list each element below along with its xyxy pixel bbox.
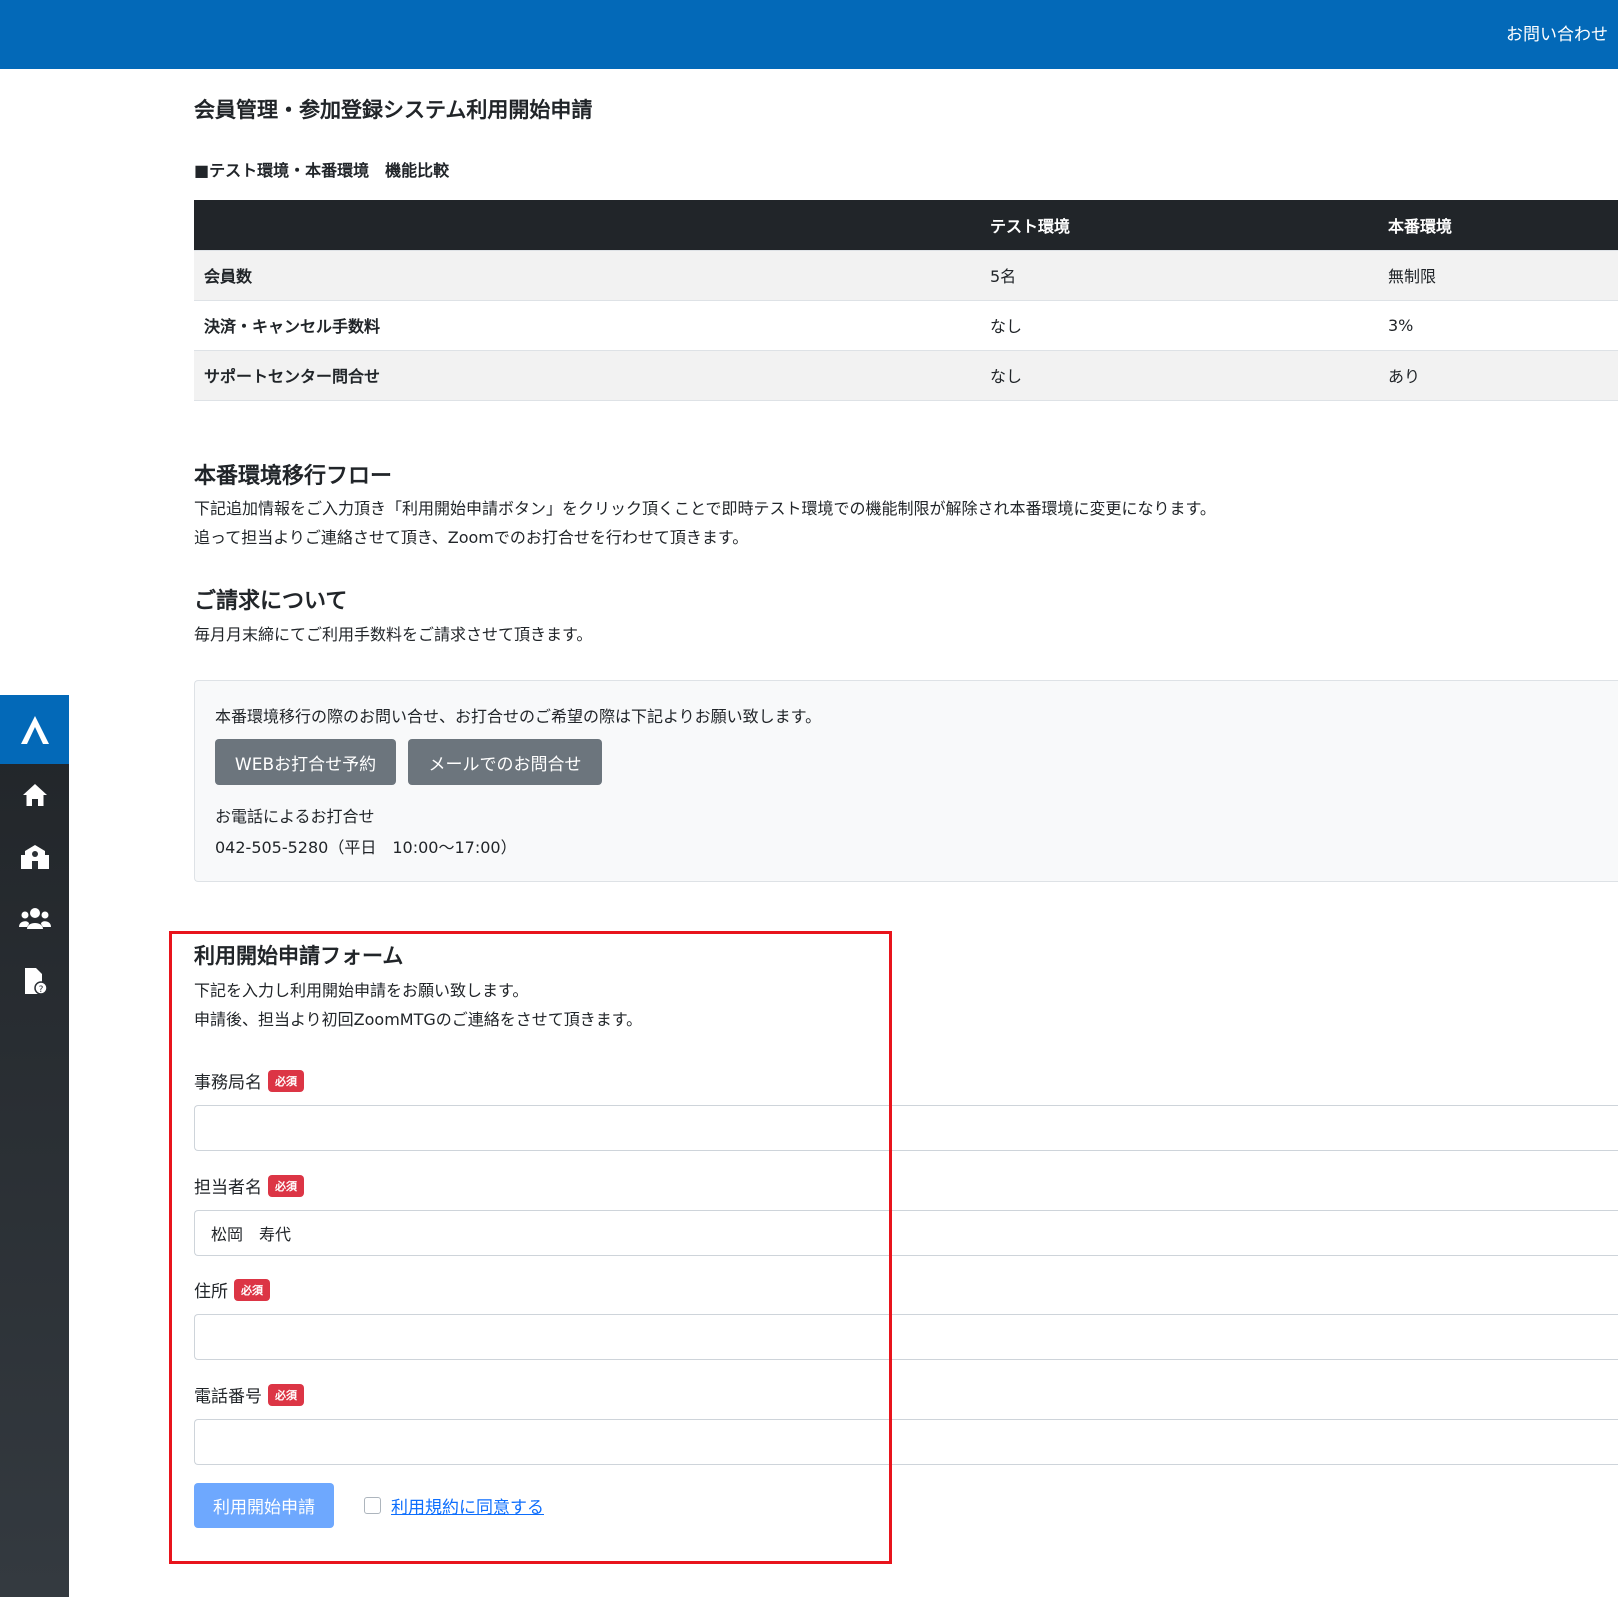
table-cell: なし: [990, 349, 1388, 401]
phone-label: お電話によるお打合せ: [215, 807, 375, 826]
contact-intro: 本番環境移行の際のお問い合せ、お打合せのご希望の際は下記よりお願い致します。: [215, 707, 822, 726]
flow-text-1: 下記追加情報をご入力頂き「利用開始申請ボタン」をクリック頂くことで即時テスト環境…: [194, 499, 1216, 518]
sidebar: ?: [0, 695, 69, 1597]
billing-text: 毎月月末締にてご利用手数料をご請求させて頂きます。: [194, 625, 593, 644]
comparison-table: テスト環境 本番環境 会員数 5名 無制限 決済・キャンセル手数料 なし 3% …: [194, 200, 1618, 401]
mail-contact-button[interactable]: メールでのお問合せ: [408, 739, 602, 785]
highlight-box: [169, 931, 892, 1564]
flow-title: 本番環境移行フロー: [194, 464, 393, 489]
table-row: 会員数 5名 無制限: [194, 249, 1618, 300]
file-question-icon[interactable]: ?: [0, 950, 69, 1012]
top-navbar: お問い合わせ: [0, 0, 1618, 69]
table-cell: 会員数: [194, 249, 990, 300]
contact-box: 本番環境移行の際のお問い合せ、お打合せのご希望の際は下記よりお願い致します。 W…: [194, 680, 1618, 882]
table-header-row: テスト環境 本番環境: [194, 200, 1618, 250]
logo-icon[interactable]: [0, 695, 69, 764]
page-title: 会員管理・参加登録システム利用開始申請: [194, 98, 593, 122]
school-icon[interactable]: [0, 826, 69, 888]
table-row: 決済・キャンセル手数料 なし 3%: [194, 299, 1618, 350]
contact-link[interactable]: お問い合わせ: [1506, 20, 1608, 45]
phone-number: 042-505-5280（平日 10:00～17:00）: [215, 838, 517, 857]
table-header: 本番環境: [1388, 200, 1618, 250]
comparison-heading: ■テスト環境・本番環境 機能比較: [194, 161, 450, 180]
table-cell: 決済・キャンセル手数料: [194, 299, 990, 350]
svg-text:?: ?: [38, 985, 43, 995]
table-header: [194, 200, 990, 250]
flow-text-2: 追って担当よりご連絡させて頂き、Zoomでのお打合せを行わせて頂きます。: [194, 528, 749, 547]
users-icon[interactable]: [0, 888, 69, 950]
home-icon[interactable]: [0, 764, 69, 826]
table-cell: あり: [1388, 349, 1618, 401]
billing-title: ご請求について: [194, 589, 348, 614]
table-cell: サポートセンター問合せ: [194, 349, 990, 401]
table-cell: 無制限: [1388, 249, 1618, 300]
table-cell: 5名: [990, 249, 1388, 300]
table-header: テスト環境: [990, 200, 1388, 250]
table-cell: 3%: [1388, 299, 1618, 350]
table-cell: なし: [990, 299, 1388, 350]
table-row: サポートセンター問合せ なし あり: [194, 349, 1618, 401]
web-meeting-button[interactable]: WEBお打合せ予約: [215, 739, 396, 785]
